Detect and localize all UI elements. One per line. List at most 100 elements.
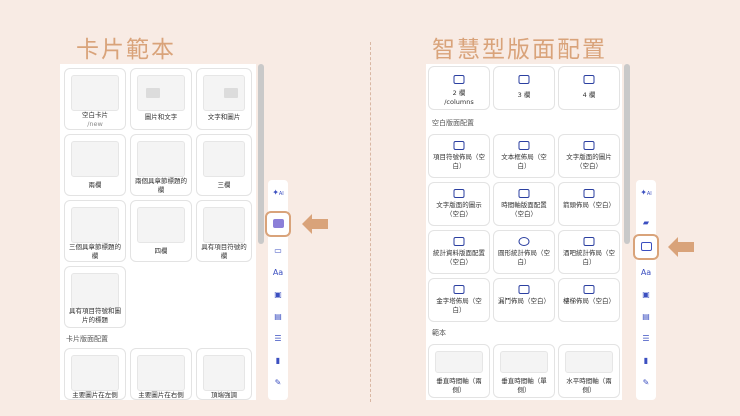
- section-heading: 卡片版面配置: [66, 335, 108, 343]
- card-label: 垂直時間軸（兩側）: [436, 377, 482, 394]
- table-icon[interactable]: ▤: [272, 312, 284, 322]
- card-label: 四欄: [154, 247, 168, 255]
- layout-arrows[interactable]: 箭頭佈局（空白）: [558, 182, 620, 226]
- bullet-list-icon: [453, 141, 465, 150]
- pyramid-icon: [453, 285, 465, 294]
- card-label: 頂端強調: [211, 391, 237, 399]
- card-thumbnail: [71, 75, 119, 111]
- list-icon[interactable]: ☰: [640, 334, 652, 344]
- card-label: 主要圖片在左側: [72, 391, 118, 399]
- scrollbar[interactable]: [624, 64, 630, 244]
- card-shortcut: /new: [87, 120, 103, 128]
- section-heading: 空白版面配置: [432, 119, 474, 127]
- layout-stats[interactable]: 統計資料版面配置（空白）: [428, 230, 490, 274]
- card-template-blank[interactable]: 空白卡片 /new: [64, 68, 126, 130]
- card-label: 圓形統計佈局（空白）: [498, 249, 550, 266]
- card-label: 圖片和文字: [144, 113, 178, 121]
- card-template-text-image[interactable]: 文字和圖片: [196, 68, 252, 130]
- card-add-icon: [273, 219, 284, 228]
- scrollbar[interactable]: [258, 64, 264, 244]
- template-vertical-timeline-single[interactable]: 垂直時間軸（單側）: [493, 344, 555, 398]
- pie-icon: [518, 237, 530, 246]
- card-layout-top-accent[interactable]: 頂端強調: [196, 348, 252, 400]
- card-add-icon[interactable]: ▰: [640, 218, 652, 228]
- card-label: 文本框佈局（空白）: [501, 153, 547, 170]
- card-templates-button-highlighted[interactable]: [265, 211, 291, 237]
- smart-layouts-button-highlighted[interactable]: [633, 234, 659, 260]
- card-template-two-columns[interactable]: 兩欄: [64, 134, 126, 196]
- arrows-icon: [583, 189, 595, 198]
- ai-sparkle-icon[interactable]: ✦AI: [640, 188, 652, 198]
- template-vertical-timeline-both[interactable]: 垂直時間軸（兩側）: [428, 344, 490, 398]
- card-label: 三個具章節標題的欄: [69, 243, 121, 260]
- textbox-icon: [518, 141, 530, 150]
- card-template-three-columns-headings[interactable]: 三個具章節標題的欄: [64, 200, 126, 262]
- layout-stairs[interactable]: 樓梯佈局（空白）: [558, 278, 620, 322]
- card-label: 4 欄: [582, 91, 596, 99]
- layout-four-columns[interactable]: 4 欄: [558, 66, 620, 110]
- layout-funnel[interactable]: 漏鬥佈局（空白）: [493, 278, 555, 322]
- table-icon[interactable]: ▤: [640, 312, 652, 322]
- layout-timeline[interactable]: 時間軸版面配置（空白）: [493, 182, 555, 226]
- funnel-icon: [518, 285, 530, 294]
- section-heading: 範本: [432, 329, 446, 337]
- card-template-two-columns-headings[interactable]: 兩個具章節標題的欄: [130, 134, 192, 196]
- layout-bullets[interactable]: 項目符號佈局（空白）: [428, 134, 490, 178]
- card-thumbnail: [137, 141, 185, 177]
- image-icon[interactable]: ▣: [272, 290, 284, 300]
- layout-circle-stats[interactable]: 圓形統計佈局（空白）: [493, 230, 555, 274]
- card-template-four-columns[interactable]: 四欄: [130, 200, 192, 262]
- card-thumbnail: [71, 273, 119, 309]
- card-thumbnail: [565, 351, 613, 373]
- template-horizontal-timeline-both[interactable]: 水平時間軸（兩側）: [558, 344, 620, 398]
- card-label: 統計資料版面配置（空白）: [433, 249, 485, 266]
- edit-icon[interactable]: ✎: [272, 378, 284, 388]
- pointer-arrow-icon: [668, 237, 694, 257]
- card-thumbnail: [137, 355, 185, 391]
- card-layout-image-left[interactable]: 主要圖片在左側: [64, 348, 126, 400]
- layout-bar-stats[interactable]: 酒吧統計佈局（空白）: [558, 230, 620, 274]
- text-icon[interactable]: Aa: [272, 268, 284, 278]
- card-thumbnail: [137, 75, 185, 111]
- percent-icon: [453, 237, 465, 246]
- ai-sparkle-icon[interactable]: ✦AI: [272, 188, 284, 198]
- layout-two-columns[interactable]: 2 欄 /columns: [428, 66, 490, 110]
- card-template-image-text[interactable]: 圖片和文字: [130, 68, 192, 130]
- text-icon[interactable]: Aa: [640, 268, 652, 278]
- chart-icon[interactable]: ▮: [640, 356, 652, 366]
- layout-icons[interactable]: 文字版面的圖示（空白）: [428, 182, 490, 226]
- card-thumbnail: [203, 355, 245, 391]
- card-template-bullet-columns[interactable]: 具有項目符號的欄: [196, 200, 252, 262]
- smart-layouts-heading: 智慧型版面配置: [432, 37, 607, 63]
- card-thumbnail: [203, 141, 245, 177]
- card-template-bullets-image-title[interactable]: 具有項目符號和圖片的標題: [64, 266, 126, 328]
- card-label: 具有項目符號和圖片的標題: [69, 307, 121, 324]
- card-thumbnail: [71, 207, 119, 243]
- card-label: 項目符號佈局（空白）: [433, 153, 485, 170]
- divider: [370, 42, 371, 402]
- card-label: 酒吧統計佈局（空白）: [563, 249, 615, 266]
- layout-textbox[interactable]: 文本框佈局（空白）: [493, 134, 555, 178]
- layout-images[interactable]: 文字版面的圖片（空白）: [558, 134, 620, 178]
- layout-icon[interactable]: ▭: [272, 246, 284, 256]
- smart-layouts-panel: 2 欄 /columns 3 欄 4 欄 空白版面配置 項目符號佈局（空白） 文…: [426, 64, 622, 400]
- card-label: 時間軸版面配置（空白）: [501, 201, 547, 218]
- card-label: 金字塔佈局（空白）: [436, 297, 482, 314]
- chart-icon[interactable]: ▮: [272, 356, 284, 366]
- stairs-icon: [583, 285, 595, 294]
- card-layout-image-right[interactable]: 主要圖片在右側: [130, 348, 192, 400]
- image-icon[interactable]: ▣: [640, 290, 652, 300]
- card-label: 箭頭佈局（空白）: [563, 201, 615, 209]
- layout-three-columns[interactable]: 3 欄: [493, 66, 555, 110]
- card-thumbnail: [203, 75, 245, 111]
- card-templates-panel: 空白卡片 /new 圖片和文字 文字和圖片 兩欄 兩個具章節標題的欄 三欄 三個…: [60, 64, 256, 400]
- pointer-arrow-icon: [302, 214, 328, 234]
- side-toolbar: ✦AI ▰ Aa ▣ ▤ ☰ ▮ ✎: [636, 180, 656, 400]
- edit-icon[interactable]: ✎: [640, 378, 652, 388]
- image-card-icon: [583, 141, 595, 150]
- layout-pyramid[interactable]: 金字塔佈局（空白）: [428, 278, 490, 322]
- card-label: 漏鬥佈局（空白）: [498, 297, 550, 305]
- list-icon[interactable]: ☰: [272, 334, 284, 344]
- card-label: 文字和圖片: [207, 113, 241, 121]
- card-template-three-columns[interactable]: 三欄: [196, 134, 252, 196]
